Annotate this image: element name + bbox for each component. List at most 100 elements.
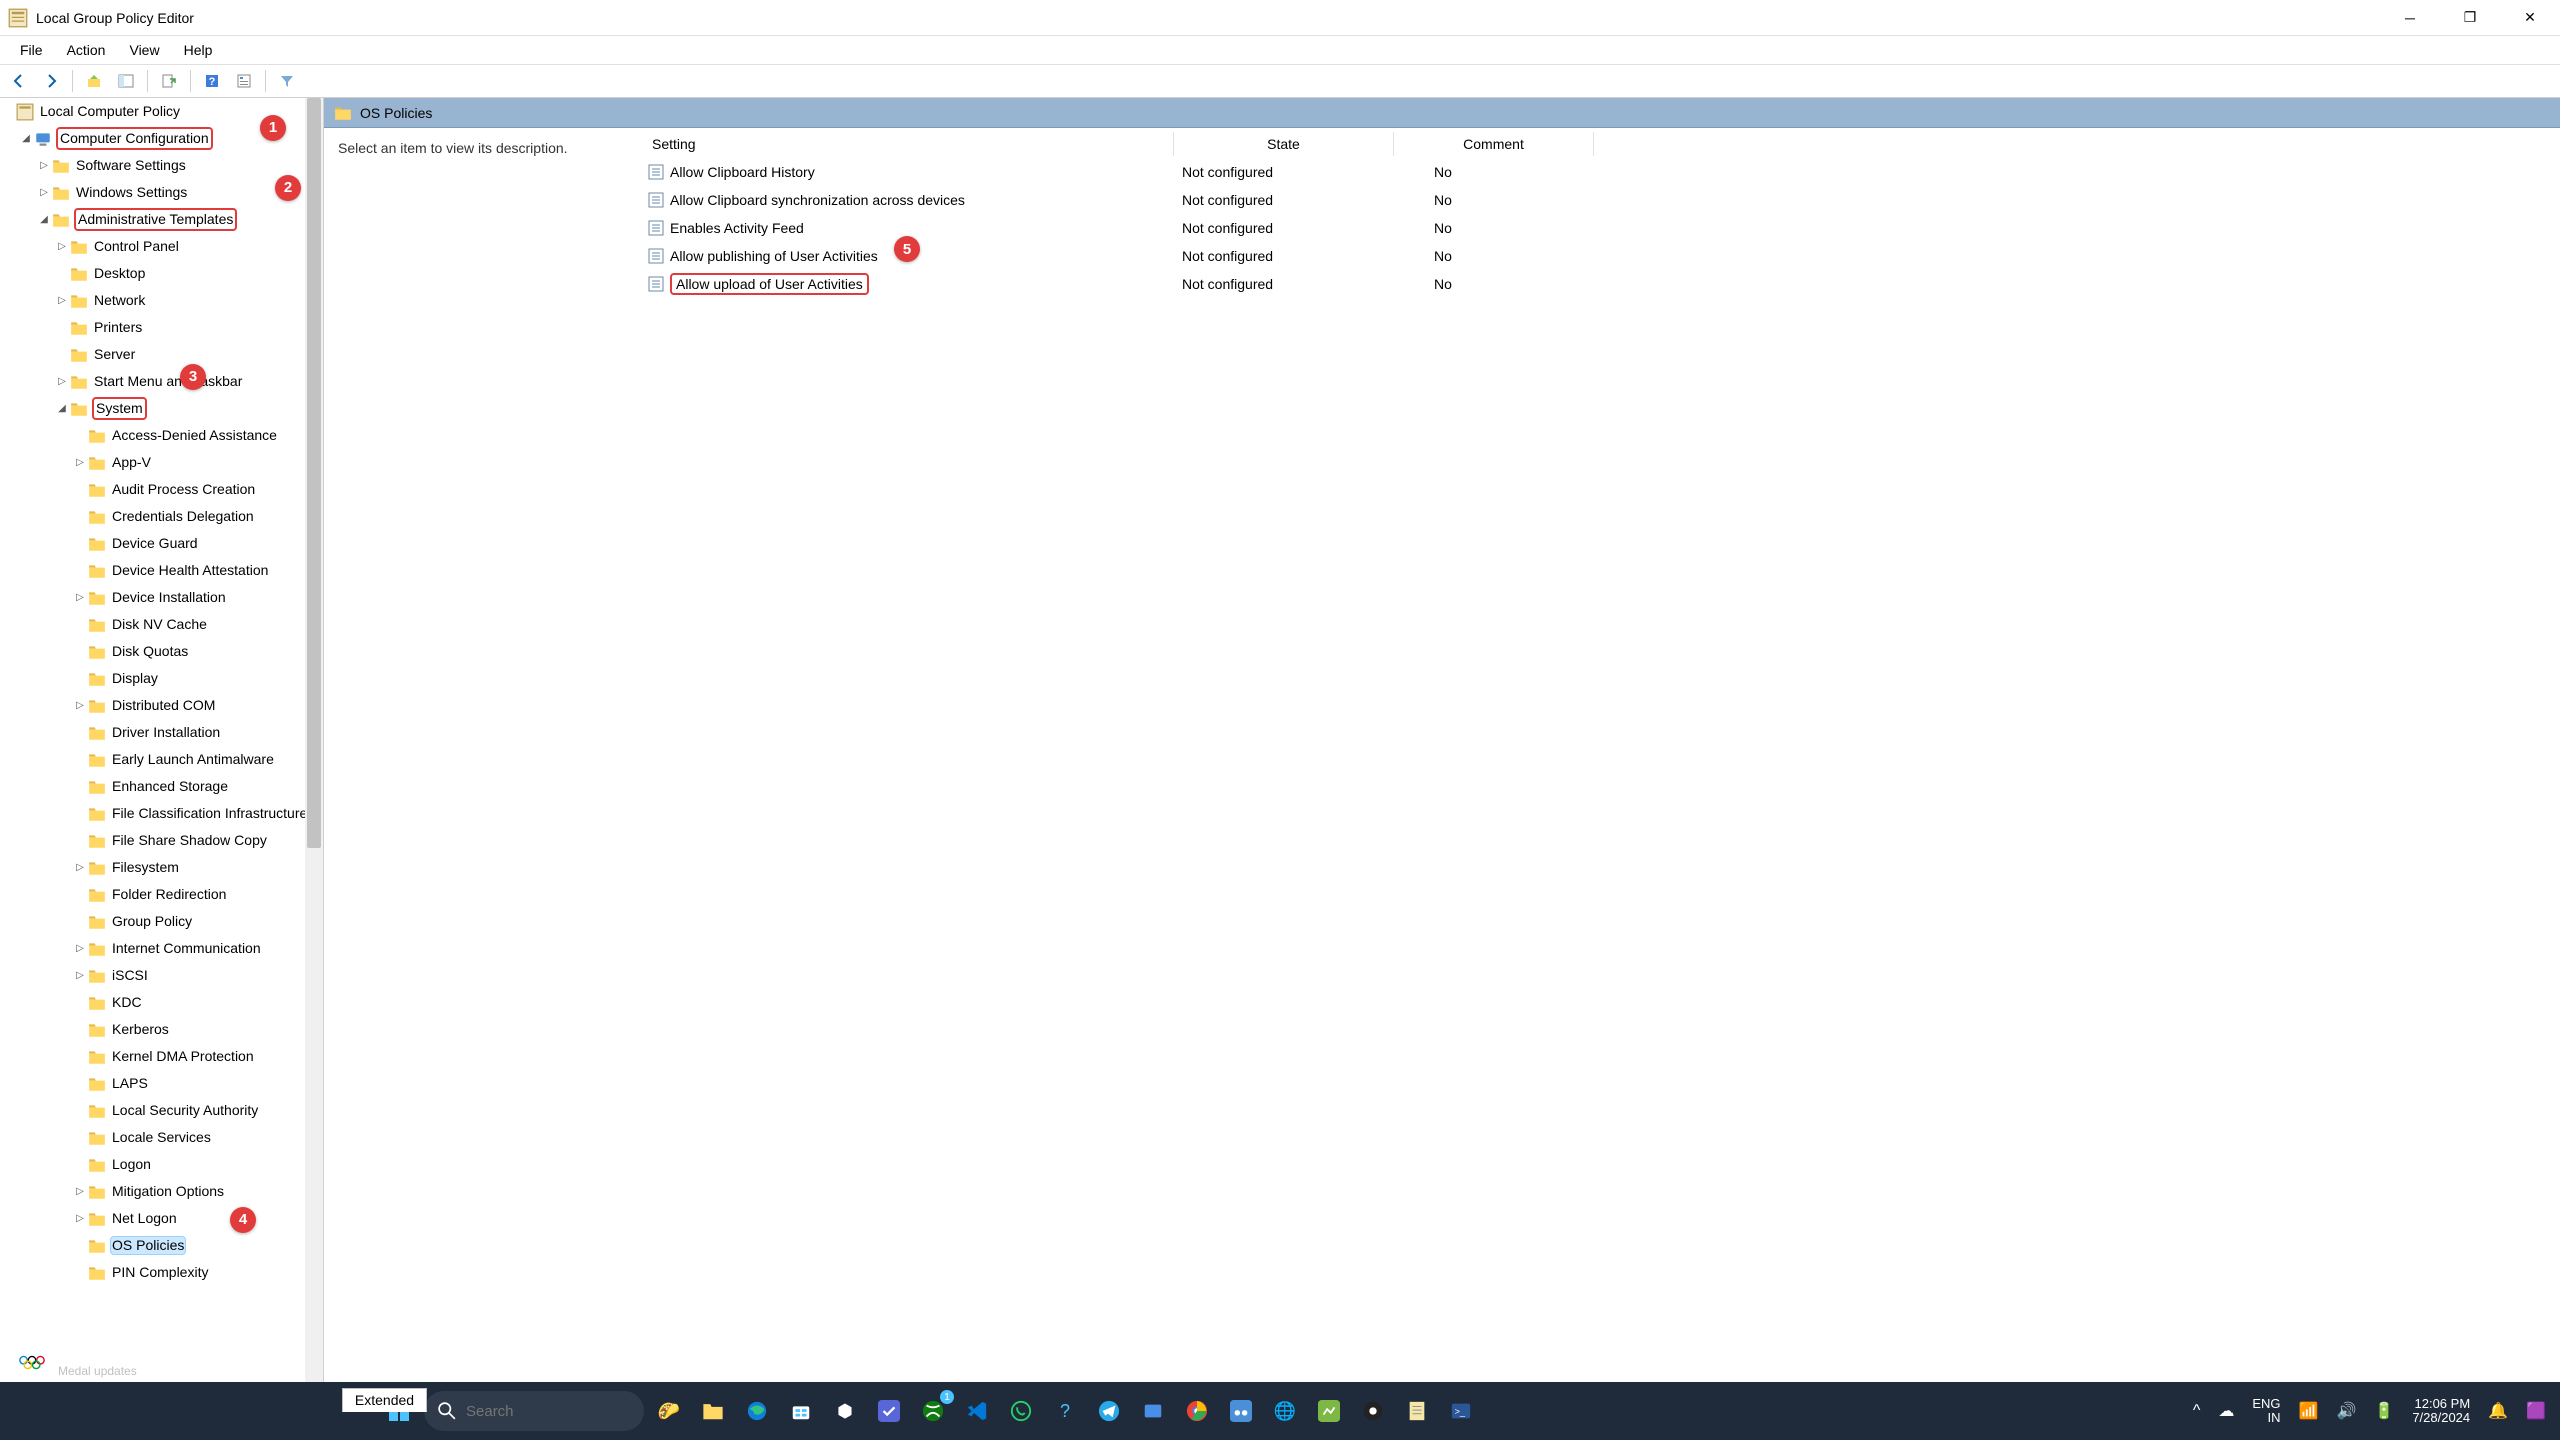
app-whatsapp[interactable]	[1002, 1392, 1040, 1430]
close-button[interactable]: ✕	[2500, 0, 2560, 36]
app-mail[interactable]	[1134, 1392, 1172, 1430]
tree-item-network[interactable]: ▷Network	[0, 287, 323, 314]
app-terminal[interactable]: >_	[1442, 1392, 1480, 1430]
col-setting[interactable]: Setting	[644, 132, 1174, 156]
tree-item-credentials-delegation[interactable]: Credentials Delegation	[0, 503, 323, 530]
app-unknown-3[interactable]	[1310, 1392, 1348, 1430]
tree-item-display[interactable]: Display	[0, 665, 323, 692]
news-widget[interactable]: Olympic Games Medal updates	[18, 1348, 156, 1378]
menu-view[interactable]: View	[117, 38, 171, 62]
tree-item-kdc[interactable]: KDC	[0, 989, 323, 1016]
tree-item-server[interactable]: Server	[0, 341, 323, 368]
tray-notifications[interactable]: 🔔	[2488, 1401, 2508, 1421]
tree-item-windows-settings[interactable]: ▷Windows Settings2	[0, 179, 323, 206]
tree-item-laps[interactable]: LAPS	[0, 1070, 323, 1097]
tree-item-administrative-templates[interactable]: ◢Administrative Templates	[0, 206, 323, 233]
search-input[interactable]	[466, 1403, 606, 1420]
col-comment[interactable]: Comment	[1394, 132, 1594, 156]
export-button[interactable]	[154, 67, 184, 95]
tray-copilot[interactable]: 🟪	[2526, 1401, 2546, 1421]
app-edge[interactable]	[738, 1392, 776, 1430]
tree-item-device-guard[interactable]: Device Guard	[0, 530, 323, 557]
tree-item-locale-services[interactable]: Locale Services	[0, 1124, 323, 1151]
menu-help[interactable]: Help	[172, 38, 225, 62]
tree-item-os-policies[interactable]: OS Policies	[0, 1232, 323, 1259]
col-state[interactable]: State	[1174, 132, 1394, 156]
setting-row[interactable]: Allow upload of User ActivitiesNot confi…	[644, 270, 2560, 298]
tree-item-net-logon[interactable]: ▷Net Logon4	[0, 1205, 323, 1232]
tree-item-disk-quotas[interactable]: Disk Quotas	[0, 638, 323, 665]
app-notepad[interactable]	[1398, 1392, 1436, 1430]
app-xbox[interactable]: 1	[914, 1392, 952, 1430]
menu-file[interactable]: File	[8, 38, 55, 62]
forward-button[interactable]	[36, 67, 66, 95]
app-meet-now[interactable]: 🌮	[650, 1392, 688, 1430]
tray-overflow[interactable]: ^	[2193, 1402, 2201, 1420]
tree-item-filesystem[interactable]: ▷Filesystem	[0, 854, 323, 881]
back-button[interactable]	[4, 67, 34, 95]
tree-item-printers[interactable]: Printers	[0, 314, 323, 341]
tray-volume-icon[interactable]: 🔊	[2336, 1401, 2356, 1421]
tray-onedrive[interactable]: ☁	[2218, 1401, 2234, 1421]
tree-item-file-classification-infrastructure[interactable]: File Classification Infrastructure	[0, 800, 323, 827]
tree-item-app-v[interactable]: ▷App-V	[0, 449, 323, 476]
tree-item-enhanced-storage[interactable]: Enhanced Storage	[0, 773, 323, 800]
app-todo[interactable]	[870, 1392, 908, 1430]
tree-item-group-policy[interactable]: Group Policy	[0, 908, 323, 935]
menu-action[interactable]: Action	[55, 38, 118, 62]
filter-button[interactable]	[272, 67, 302, 95]
help-button[interactable]: ?	[197, 67, 227, 95]
setting-row[interactable]: Allow publishing of User ActivitiesNot c…	[644, 242, 2560, 270]
tree-item-pin-complexity[interactable]: PIN Complexity	[0, 1259, 323, 1286]
tree-item-disk-nv-cache[interactable]: Disk NV Cache	[0, 611, 323, 638]
tree-item-logon[interactable]: Logon	[0, 1151, 323, 1178]
tree-item-local-security-authority[interactable]: Local Security Authority	[0, 1097, 323, 1124]
setting-row[interactable]: Enables Activity FeedNot configuredNo	[644, 214, 2560, 242]
tree-item-computer-configuration[interactable]: ◢Computer Configuration1	[0, 125, 323, 152]
tree-item-mitigation-options[interactable]: ▷Mitigation Options	[0, 1178, 323, 1205]
tree-item-file-share-shadow-copy[interactable]: File Share Shadow Copy	[0, 827, 323, 854]
tray-clock[interactable]: 12:06 PM7/28/2024	[2412, 1397, 2470, 1426]
app-unknown-1[interactable]	[1222, 1392, 1260, 1430]
tray-wifi-icon[interactable]: 📶	[2299, 1401, 2319, 1421]
tree-item-device-installation[interactable]: ▷Device Installation	[0, 584, 323, 611]
tree-item-iscsi[interactable]: ▷iSCSI	[0, 962, 323, 989]
tree-item-access-denied-assistance[interactable]: Access-Denied Assistance	[0, 422, 323, 449]
app-telegram[interactable]	[1090, 1392, 1128, 1430]
tree-scroll[interactable]: Local Computer Policy◢Computer Configura…	[0, 98, 323, 1412]
tree-item-start-menu-and-taskbar[interactable]: ▷Start Menu and Taskbar3	[0, 368, 323, 395]
tree-item-kernel-dma-protection[interactable]: Kernel DMA Protection	[0, 1043, 323, 1070]
setting-row[interactable]: Allow Clipboard synchronization across d…	[644, 186, 2560, 214]
minimize-button[interactable]: ─	[2380, 0, 2440, 36]
maximize-button[interactable]: ❐	[2440, 0, 2500, 36]
app-camera[interactable]	[1354, 1392, 1392, 1430]
tree-item-device-health-attestation[interactable]: Device Health Attestation	[0, 557, 323, 584]
app-store[interactable]	[782, 1392, 820, 1430]
tree-item-system[interactable]: ◢System	[0, 395, 323, 422]
tree-item-internet-communication[interactable]: ▷Internet Communication	[0, 935, 323, 962]
tray-battery-icon[interactable]: 🔋	[2374, 1401, 2394, 1421]
app-chrome[interactable]	[1178, 1392, 1216, 1430]
app-unknown-2[interactable]: 🌐	[1266, 1392, 1304, 1430]
tree-item-kerberos[interactable]: Kerberos	[0, 1016, 323, 1043]
tree-item-desktop[interactable]: Desktop	[0, 260, 323, 287]
tray-language[interactable]: ENGIN	[2252, 1397, 2280, 1426]
tree-item-control-panel[interactable]: ▷Control Panel	[0, 233, 323, 260]
tree-item-software-settings[interactable]: ▷Software Settings	[0, 152, 323, 179]
app-vscode[interactable]	[958, 1392, 996, 1430]
tree-item-audit-process-creation[interactable]: Audit Process Creation	[0, 476, 323, 503]
properties-button[interactable]	[229, 67, 259, 95]
scrollbar-thumb[interactable]	[307, 98, 321, 848]
setting-row[interactable]: Allow Clipboard HistoryNot configuredNo	[644, 158, 2560, 186]
tree-item-distributed-com[interactable]: ▷Distributed COM	[0, 692, 323, 719]
tree-item-driver-installation[interactable]: Driver Installation	[0, 719, 323, 746]
app-obsidian[interactable]: ⬢	[826, 1392, 864, 1430]
tree-item-folder-redirection[interactable]: Folder Redirection	[0, 881, 323, 908]
up-button[interactable]	[79, 67, 109, 95]
app-explorer[interactable]	[694, 1392, 732, 1430]
taskbar-search[interactable]	[424, 1391, 644, 1431]
tab-extended[interactable]: Extended	[342, 1388, 427, 1412]
show-hide-tree-button[interactable]	[111, 67, 141, 95]
tree-item-early-launch-antimalware[interactable]: Early Launch Antimalware	[0, 746, 323, 773]
app-help[interactable]: ?	[1046, 1392, 1084, 1430]
